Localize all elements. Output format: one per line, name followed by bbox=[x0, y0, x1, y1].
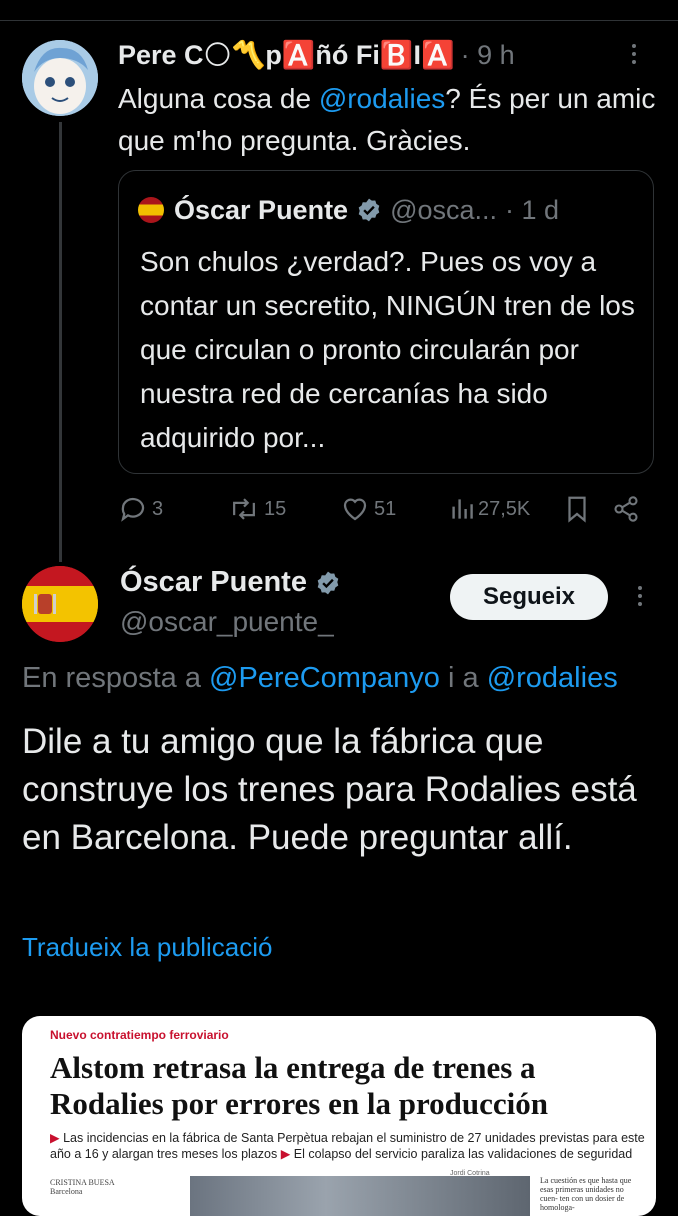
avatar-illustration bbox=[22, 40, 98, 116]
quoted-timestamp: · 1 d bbox=[505, 194, 560, 225]
tweet-text-part: Alguna cosa de bbox=[118, 83, 319, 114]
reply-join: i a bbox=[439, 662, 487, 694]
thread-line bbox=[59, 122, 62, 562]
reply-button[interactable]: 3 bbox=[118, 494, 163, 524]
news-photo bbox=[190, 1176, 530, 1216]
top-divider bbox=[0, 20, 678, 21]
author-handle[interactable]: @oscar_puente_ bbox=[120, 606, 334, 638]
author-name[interactable]: Pere C🌕〽️p🅰️ñó Fi🅱️I🅰️ bbox=[118, 39, 455, 71]
reply-count: 3 bbox=[152, 497, 164, 520]
bookmark-button[interactable] bbox=[564, 494, 590, 524]
quoted-tweet-header: Óscar Puente @osca... · 1 d bbox=[138, 192, 559, 228]
author-name-row: Óscar Puente bbox=[120, 566, 341, 599]
avatar[interactable] bbox=[22, 566, 98, 642]
byline: CRISTINA BUESA Barcelona bbox=[50, 1178, 115, 1196]
timestamp[interactable]: · 9 h bbox=[461, 40, 515, 71]
news-body-text: La cuestión es que hasta que esas primer… bbox=[540, 1176, 632, 1212]
news-footer: CRISTINA BUESA Barcelona Jordi Cotrina La… bbox=[50, 1170, 631, 1216]
mention-link[interactable]: @rodalies bbox=[487, 662, 618, 694]
share-button[interactable] bbox=[612, 494, 640, 524]
repost-icon bbox=[233, 498, 255, 520]
repost-button[interactable]: 15 bbox=[228, 494, 286, 524]
verified-badge-icon bbox=[317, 571, 339, 594]
tweet1-header: Pere C🌕〽️p🅰️ñó Fi🅱️I🅰️ · 9 h bbox=[118, 38, 515, 72]
mention-link[interactable]: @rodalies bbox=[319, 83, 445, 114]
views-icon bbox=[452, 499, 473, 519]
spain-flag-icon bbox=[22, 566, 98, 642]
action-bar: 3 15 51 27,5K bbox=[118, 494, 658, 530]
quoted-author-name: Óscar Puente bbox=[174, 194, 349, 225]
news-kicker: Nuevo contratiempo ferroviario bbox=[50, 1028, 229, 1042]
reply-prefix: En resposta a bbox=[22, 662, 209, 694]
mention-link[interactable]: @PereCompanyo bbox=[209, 662, 440, 694]
more-options-icon[interactable] bbox=[638, 586, 644, 606]
reply-icon bbox=[121, 497, 145, 522]
translate-link[interactable]: Tradueix la publicació bbox=[22, 932, 273, 963]
news-sub-part: El colapso del servicio paraliza las val… bbox=[293, 1147, 633, 1161]
verified-badge-icon bbox=[358, 198, 380, 222]
views-button[interactable]: 27,5K bbox=[450, 494, 530, 524]
like-count: 51 bbox=[374, 497, 397, 520]
like-button[interactable]: 51 bbox=[340, 494, 396, 524]
avatar[interactable] bbox=[22, 40, 98, 116]
heart-icon bbox=[343, 498, 367, 521]
more-options-icon[interactable] bbox=[632, 44, 638, 64]
repost-count: 15 bbox=[264, 497, 287, 520]
reply-context: En resposta a @PereCompanyo i a @rodalie… bbox=[22, 662, 618, 695]
news-clipping-image[interactable]: Nuevo contratiempo ferroviario Alstom re… bbox=[22, 1016, 656, 1216]
share-icon bbox=[614, 496, 638, 522]
author-name[interactable]: Óscar Puente bbox=[120, 566, 307, 599]
byline-author: CRISTINA BUESA bbox=[50, 1178, 115, 1187]
quoted-handle: @osca... bbox=[390, 194, 498, 225]
views-count: 27,5K bbox=[478, 497, 531, 520]
tweet1-text: Alguna cosa de @rodalies? És per un amic… bbox=[118, 78, 668, 162]
follow-button[interactable]: Segueix bbox=[450, 574, 608, 620]
news-subheadline: ▶ Las incidencias en la fábrica de Santa… bbox=[50, 1131, 645, 1161]
byline-city: Barcelona bbox=[50, 1187, 83, 1196]
photo-credit: Jordi Cotrina bbox=[450, 1170, 490, 1177]
spain-flag-avatar bbox=[138, 197, 164, 223]
bookmark-icon bbox=[568, 496, 586, 523]
tweet2-text: Dile a tu amigo que la fábrica que const… bbox=[22, 722, 637, 857]
news-headline: Alstom retrasa la entrega de trenes a Ro… bbox=[50, 1050, 549, 1121]
quoted-tweet-text: Son chulos ¿verdad?. Pues os voy a conta… bbox=[140, 246, 635, 453]
